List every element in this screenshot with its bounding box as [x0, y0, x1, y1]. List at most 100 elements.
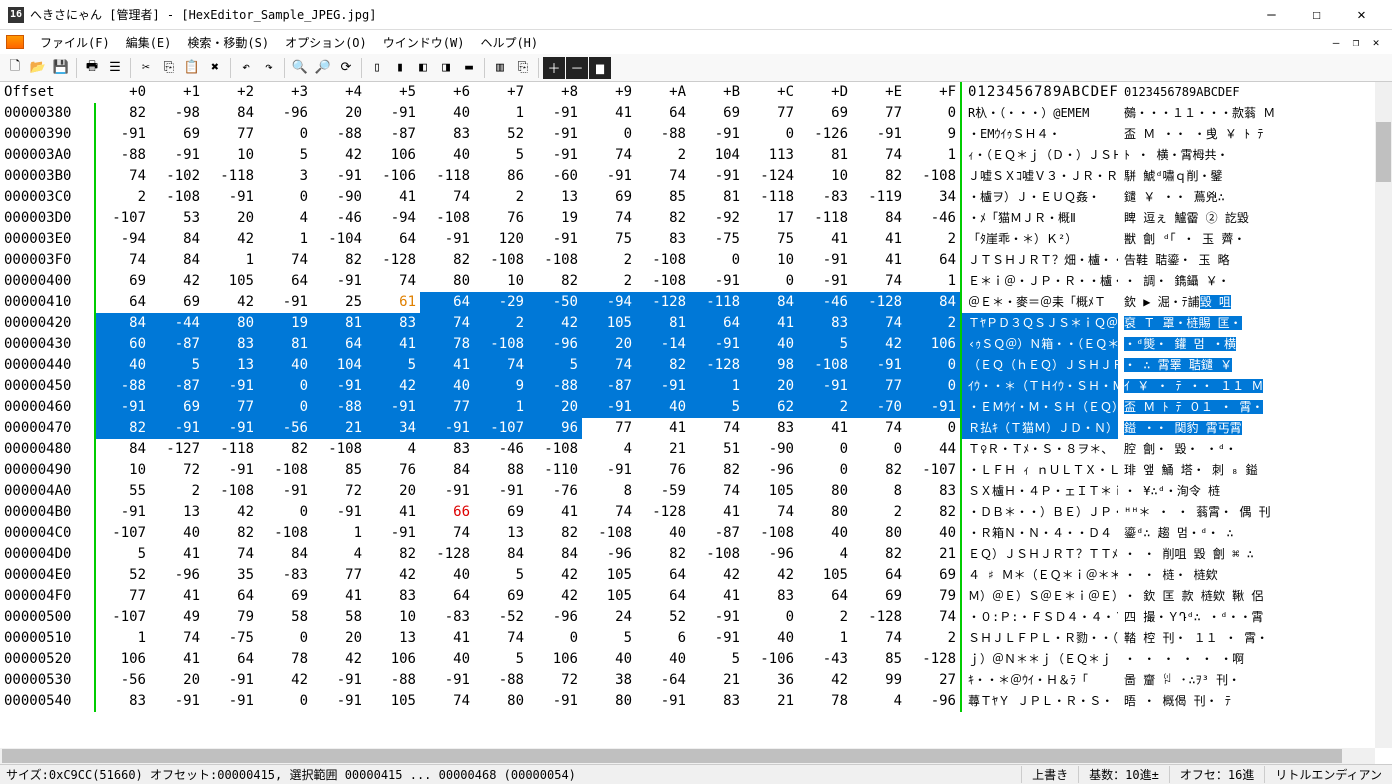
data-cell[interactable]: -108 [474, 334, 528, 355]
ascii-cell[interactable]: Ｔ♀Ｒ・Ｔﾒ・Ｓ・８ヲ＊、 [960, 439, 1118, 460]
data-cell[interactable]: 41 [798, 418, 852, 439]
ascii-cell[interactable]: ｲｳ・・＊（ＴＨｲｳ・ＳＨ・Ｍ・ [960, 376, 1118, 397]
data-cell[interactable]: 77 [204, 124, 258, 145]
data-cell[interactable]: -91 [420, 481, 474, 502]
data-cell[interactable]: 83 [366, 586, 420, 607]
data-cell[interactable]: 19 [528, 208, 582, 229]
data-cell[interactable]: 105 [744, 481, 798, 502]
data-cell[interactable]: 83 [744, 586, 798, 607]
data-cell[interactable]: -118 [204, 439, 258, 460]
data-cell[interactable]: 64 [906, 250, 960, 271]
data-cell[interactable]: 0 [258, 397, 312, 418]
hex-row[interactable]: 000003E0-9484421-10464-91120-917583-7575… [0, 229, 1392, 250]
ascii-cell[interactable]: （ＥＱ（ｈＥＱ）ＪＳＨＪＲＴ？ｂ櫨・ [960, 355, 1118, 376]
sjis-cell[interactable]: 欽 ▶ 淈・ﾃ誧毀 咀 [1118, 292, 1336, 313]
data-cell[interactable]: -124 [744, 166, 798, 187]
data-cell[interactable]: -91 [312, 271, 366, 292]
data-cell[interactable]: 4 [258, 208, 312, 229]
data-cell[interactable]: -91 [312, 670, 366, 691]
data-cell[interactable]: 8 [582, 481, 636, 502]
data-cell[interactable]: 75 [582, 229, 636, 250]
data-cell[interactable]: 1 [906, 271, 960, 292]
data-cell[interactable]: 84 [258, 544, 312, 565]
data-cell[interactable]: 4 [798, 544, 852, 565]
data-cell[interactable]: 84 [204, 103, 258, 124]
data-cell[interactable]: 40 [636, 649, 690, 670]
data-cell[interactable]: 0 [906, 418, 960, 439]
data-cell[interactable]: 74 [150, 628, 204, 649]
data-cell[interactable]: 77 [744, 103, 798, 124]
data-cell[interactable]: 74 [420, 691, 474, 712]
ascii-cell[interactable]: Ｅ＊ｉ＠・ＪＰ・Ｒ・・櫨・ [960, 271, 1118, 292]
data-cell[interactable]: 0 [582, 124, 636, 145]
data-cell[interactable]: 113 [744, 145, 798, 166]
data-cell[interactable]: 2 [798, 397, 852, 418]
ascii-cell[interactable]: ＠Ｅ＊・麥＝＠耒「概ﾒＴ [960, 292, 1118, 313]
data-cell[interactable]: -91 [798, 376, 852, 397]
data-cell[interactable]: 0 [690, 250, 744, 271]
data-cell[interactable]: 74 [96, 250, 150, 271]
data-cell[interactable]: 81 [258, 334, 312, 355]
ascii-cell[interactable]: Ｒ払ｷ（Ｔ猫Ｍ）ＪＤ・Ｎ）Ｊ [960, 418, 1118, 439]
ascii-cell[interactable]: ｨ・（ＥＱ＊ｊ（Ｄ・）ＪＳＨｈｑＱＪＳＨ [960, 145, 1118, 166]
data-cell[interactable]: 0 [798, 460, 852, 481]
data-cell[interactable]: -91 [204, 691, 258, 712]
data-cell[interactable]: 41 [744, 313, 798, 334]
ascii-cell[interactable]: ＪＴＳＨＪＲＴ？畑・櫨・・）＠ [960, 250, 1118, 271]
data-cell[interactable]: 64 [636, 565, 690, 586]
data-cell[interactable]: 76 [366, 460, 420, 481]
scroll-thumb[interactable] [1376, 122, 1391, 182]
data-cell[interactable]: 0 [258, 691, 312, 712]
data-cell[interactable]: -83 [420, 607, 474, 628]
ascii-cell[interactable]: 「ﾀ崖乖・＊）Ｋ²） [960, 229, 1118, 250]
data-cell[interactable]: 69 [150, 292, 204, 313]
data-cell[interactable]: -119 [852, 187, 906, 208]
data-cell[interactable]: 69 [96, 271, 150, 292]
menu-item[interactable]: オプション(O) [277, 34, 375, 52]
hex-row[interactable]: 000004C0-1074082-1081-91741382-10840-87-… [0, 523, 1392, 544]
bookmark4-button[interactable]: ◨ [435, 57, 457, 79]
data-cell[interactable]: -91 [204, 376, 258, 397]
data-cell[interactable]: -91 [96, 124, 150, 145]
data-cell[interactable]: 41 [582, 103, 636, 124]
ascii-cell[interactable]: ４ ♯ Ｍ＊（ＥＱ＊ｉ＠＊＊ｉ＠Ｅ [960, 565, 1118, 586]
data-cell[interactable]: -91 [366, 397, 420, 418]
data-cell[interactable]: 49 [150, 607, 204, 628]
new-file-button[interactable]: 🗋 [4, 57, 26, 79]
data-cell[interactable]: 1 [258, 229, 312, 250]
data-cell[interactable]: -108 [636, 250, 690, 271]
data-cell[interactable]: -107 [474, 418, 528, 439]
data-cell[interactable]: -76 [528, 481, 582, 502]
data-cell[interactable]: 2 [906, 628, 960, 649]
data-cell[interactable]: -91 [204, 670, 258, 691]
data-cell[interactable]: -96 [528, 334, 582, 355]
data-cell[interactable]: 42 [366, 565, 420, 586]
data-cell[interactable]: 2 [636, 145, 690, 166]
data-cell[interactable]: 69 [150, 397, 204, 418]
data-cell[interactable]: 82 [96, 418, 150, 439]
data-cell[interactable]: 2 [474, 313, 528, 334]
data-cell[interactable]: 5 [690, 649, 744, 670]
data-cell[interactable]: -108 [204, 481, 258, 502]
data-cell[interactable]: 82 [690, 460, 744, 481]
data-cell[interactable]: 5 [366, 355, 420, 376]
data-cell[interactable]: 78 [258, 649, 312, 670]
data-cell[interactable]: 81 [798, 145, 852, 166]
data-cell[interactable]: 5 [528, 355, 582, 376]
view2-button[interactable]: ⎘ [512, 57, 534, 79]
data-cell[interactable]: 83 [204, 334, 258, 355]
data-cell[interactable]: 82 [258, 439, 312, 460]
hex-row[interactable]: 000004E052-9635-837742405421056442421056… [0, 565, 1392, 586]
mdi-restore[interactable]: ❐ [1346, 33, 1366, 51]
data-cell[interactable]: 41 [420, 355, 474, 376]
data-cell[interactable]: 51 [690, 439, 744, 460]
data-cell[interactable]: -91 [474, 481, 528, 502]
data-cell[interactable]: 78 [420, 334, 474, 355]
data-cell[interactable]: 82 [528, 523, 582, 544]
data-cell[interactable]: 82 [528, 271, 582, 292]
sjis-cell[interactable]: 獣 劊 ᵈ｢ ・ 玉 薺・ [1118, 229, 1336, 250]
data-cell[interactable]: 66 [420, 502, 474, 523]
data-cell[interactable]: 21 [636, 439, 690, 460]
data-cell[interactable]: -106 [366, 166, 420, 187]
data-cell[interactable]: 20 [312, 628, 366, 649]
